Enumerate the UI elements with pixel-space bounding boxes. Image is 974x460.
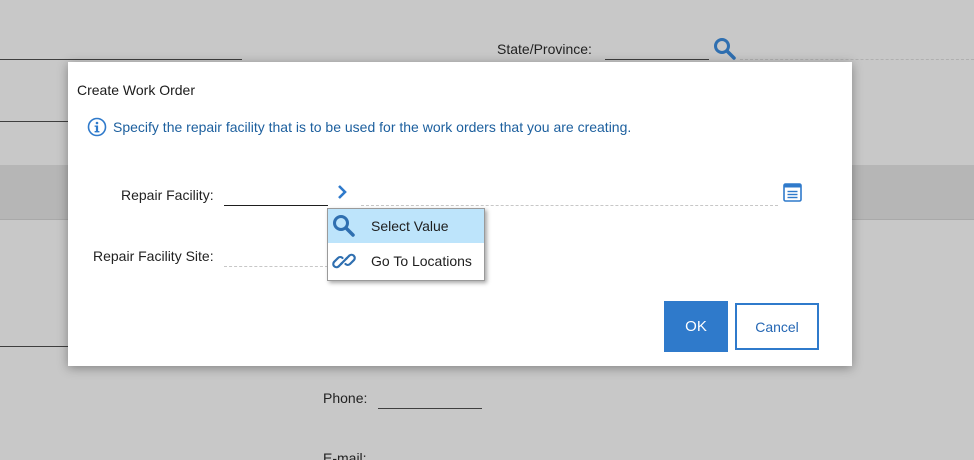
bg-state-label: State/Province: <box>497 41 592 57</box>
lookup-popup-menu: Select Value Go To Locations <box>327 208 485 281</box>
menu-item-go-to-locations[interactable]: Go To Locations <box>328 244 484 278</box>
search-icon <box>333 215 355 237</box>
repair-facility-site-input[interactable] <box>224 246 328 267</box>
repair-facility-label: Repair Facility: <box>121 187 214 203</box>
cancel-button[interactable]: Cancel <box>735 303 819 350</box>
bg-state-input <box>605 59 709 60</box>
link-icon <box>332 253 356 269</box>
ok-button[interactable]: OK <box>664 301 728 352</box>
bg-email-label: E-mail: <box>323 450 367 460</box>
menu-item-select-value[interactable]: Select Value <box>328 209 484 243</box>
repair-facility-site-label: Repair Facility Site: <box>93 248 214 264</box>
menu-item-label: Go To Locations <box>371 253 472 269</box>
create-work-order-dialog: Create Work Order Specify the repair fac… <box>68 62 852 366</box>
detail-menu-icon[interactable] <box>783 183 802 202</box>
chevron-right-icon[interactable] <box>335 184 349 200</box>
dialog-title: Create Work Order <box>77 82 195 98</box>
bg-dashed-line <box>740 59 974 60</box>
menu-item-label: Select Value <box>371 218 449 234</box>
bg-phone-label: Phone: <box>323 390 368 406</box>
info-text: Specify the repair facility that is to b… <box>113 119 632 135</box>
bg-phone-input <box>378 408 482 409</box>
info-icon <box>87 117 107 137</box>
bg-field-underline <box>0 59 242 60</box>
bg-field-underline <box>0 121 70 122</box>
repair-facility-description-input[interactable] <box>361 185 778 206</box>
repair-facility-input[interactable] <box>224 185 328 206</box>
info-message: Specify the repair facility that is to b… <box>87 117 631 137</box>
bg-search-icon <box>714 38 736 60</box>
bg-field-underline <box>0 346 70 347</box>
